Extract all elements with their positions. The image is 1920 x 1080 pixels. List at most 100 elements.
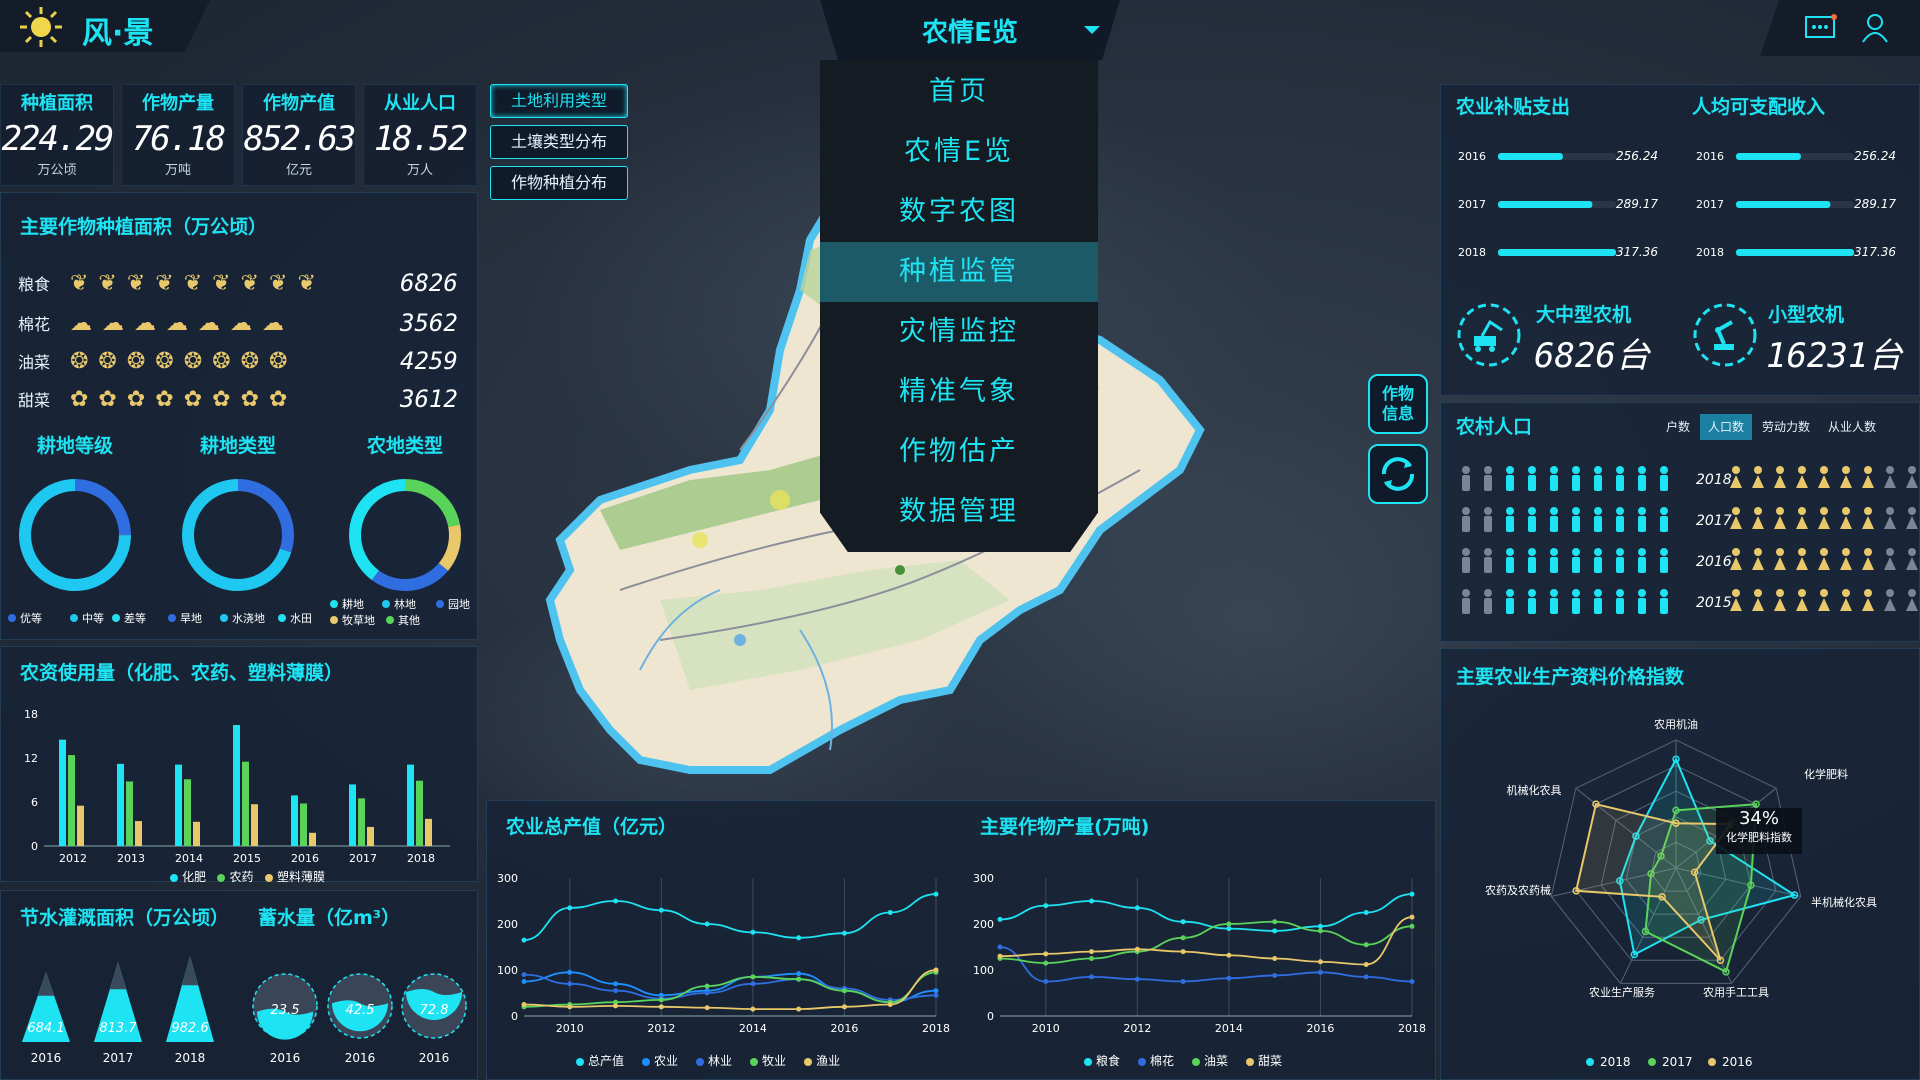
donut-title: 农地类型 — [366, 434, 443, 457]
bar — [233, 725, 240, 846]
data-point — [1363, 961, 1369, 967]
message-icon[interactable] — [1804, 14, 1838, 40]
menu-item-weather[interactable]: 精准气象 — [820, 362, 1098, 422]
bar — [416, 780, 423, 846]
menu-item-overview[interactable]: 农情E览 — [820, 122, 1098, 182]
radar-axis-label: 半机械化农具 — [1811, 895, 1877, 909]
person-body — [1528, 475, 1536, 491]
person-body — [1462, 516, 1470, 532]
x-tick-label: 2010 — [556, 1022, 584, 1035]
person-body — [1638, 557, 1646, 573]
reservoir-value: 42.5 — [346, 1003, 375, 1018]
person-male-icon — [1660, 507, 1668, 515]
y-tick-label: 300 — [973, 872, 994, 885]
person-male-icon — [1660, 589, 1668, 597]
person-male-icon — [1484, 589, 1492, 597]
person-dress — [1906, 598, 1918, 611]
subsidy-year: 2017 — [1458, 198, 1486, 211]
menu-item-estimate[interactable]: 作物估产 — [820, 422, 1098, 482]
menu-item-planting[interactable]: 种植监管 — [820, 242, 1098, 302]
stat-workforce: 从业人口 18.52 万人 — [363, 84, 477, 186]
data-point — [933, 967, 939, 973]
data-point — [613, 988, 619, 994]
legend-label: 水浇地 — [232, 612, 265, 625]
data-point — [750, 1006, 756, 1012]
person-dress — [1796, 557, 1808, 570]
legend-label: 优等 — [20, 611, 42, 625]
tab-labor[interactable]: 劳动力数 — [1754, 414, 1819, 440]
radar-axis-label: 化学肥料 — [1804, 767, 1848, 781]
data-point — [1180, 949, 1186, 955]
subsidy-value: 317.36 — [1854, 245, 1896, 259]
person-body — [1572, 475, 1580, 491]
data-point — [933, 992, 939, 998]
subsidy-year: 2018 — [1696, 246, 1724, 259]
person-male-icon — [1572, 548, 1580, 556]
legend-dot — [8, 614, 16, 622]
series-line — [999, 893, 1413, 932]
data-point — [613, 981, 619, 987]
data-point — [1043, 979, 1049, 984]
person-body — [1572, 557, 1580, 573]
data-point — [1317, 969, 1323, 975]
legend-label: 旱地 — [180, 612, 202, 625]
legend-item: 林业 — [696, 1054, 732, 1068]
bar — [300, 803, 307, 846]
person-female-icon — [1798, 466, 1806, 474]
rural-tabs: 户数 人口数 劳动力数 从业人数 — [1656, 414, 1885, 440]
person-male-icon — [1594, 548, 1602, 556]
person-male-icon — [1550, 507, 1558, 515]
menu-item-digital-map[interactable]: 数字农图 — [820, 182, 1098, 242]
data-point — [658, 907, 664, 913]
series-line — [523, 971, 937, 1008]
person-dress — [1884, 557, 1896, 570]
chevron-down-icon[interactable] — [1082, 24, 1102, 36]
data-point — [796, 976, 802, 982]
water-graphics: 684.1 2016 813.7 2017 982.6 2018 23.5 2016 42.5 2… — [22, 956, 467, 1065]
crop-distribution-button[interactable]: 作物种植分布 — [490, 166, 628, 200]
subsidy-value: 317.36 — [1616, 245, 1658, 259]
subsidy-year: 2016 — [1696, 150, 1724, 163]
y-tick-label: 100 — [973, 964, 994, 977]
legend-label: 园地 — [448, 598, 470, 611]
legend-dot — [382, 600, 390, 608]
soil-type-button[interactable]: 土壤类型分布 — [490, 125, 628, 159]
person-female-icon — [1864, 466, 1872, 474]
person-body — [1594, 475, 1602, 491]
radar-axis-label: 农用手工工具 — [1703, 985, 1769, 999]
population-year: 2015 — [1696, 595, 1732, 611]
person-female-icon — [1732, 548, 1740, 556]
x-tick-label: 2018 — [922, 1022, 950, 1035]
menu-item-disaster[interactable]: 灾情监控 — [820, 302, 1098, 362]
tab-employed[interactable]: 从业人数 — [1820, 414, 1885, 440]
crop-rows: 粮食 ❦❦❦❦❦❦❦❦❦ 6826 棉花 ☁☁☁☁☁☁☁ 3562 油菜 ❂❂❂❂❂❂❂❂ 42… — [18, 262, 468, 418]
agri-output-legend: 总产值 农业 林业 牧业 渔业 — [576, 1052, 858, 1069]
person-female-icon — [1842, 466, 1850, 474]
series-line — [523, 973, 937, 1001]
x-tick-label: 2012 — [647, 1022, 675, 1035]
user-icon[interactable] — [1860, 12, 1890, 44]
legend-dot — [330, 600, 338, 608]
menu-item-data[interactable]: 数据管理 — [820, 482, 1098, 542]
person-dress — [1774, 598, 1786, 611]
land-use-button[interactable]: 土地利用类型 — [490, 84, 628, 118]
page-title[interactable]: 农情E览 — [880, 12, 1060, 49]
person-female-icon — [1886, 507, 1894, 515]
person-body — [1550, 475, 1558, 491]
refresh-button[interactable] — [1368, 444, 1428, 504]
legend-label: 其他 — [398, 614, 420, 627]
person-body — [1638, 475, 1646, 491]
data-point — [887, 1002, 893, 1007]
tab-population[interactable]: 人口数 — [1700, 414, 1753, 440]
person-dress — [1906, 516, 1918, 529]
crop-info-button[interactable]: 作物信息 — [1368, 374, 1428, 434]
person-male-icon — [1528, 507, 1536, 515]
agri-output-title: 农业总产值（亿元） — [506, 816, 678, 838]
bar — [425, 818, 432, 846]
legend-dot — [436, 600, 444, 608]
menu-item-home[interactable]: 首页 — [820, 62, 1098, 122]
tab-households[interactable]: 户数 — [1658, 414, 1699, 440]
data-point — [796, 935, 802, 941]
data-point — [933, 891, 939, 897]
person-male-icon — [1528, 589, 1536, 597]
